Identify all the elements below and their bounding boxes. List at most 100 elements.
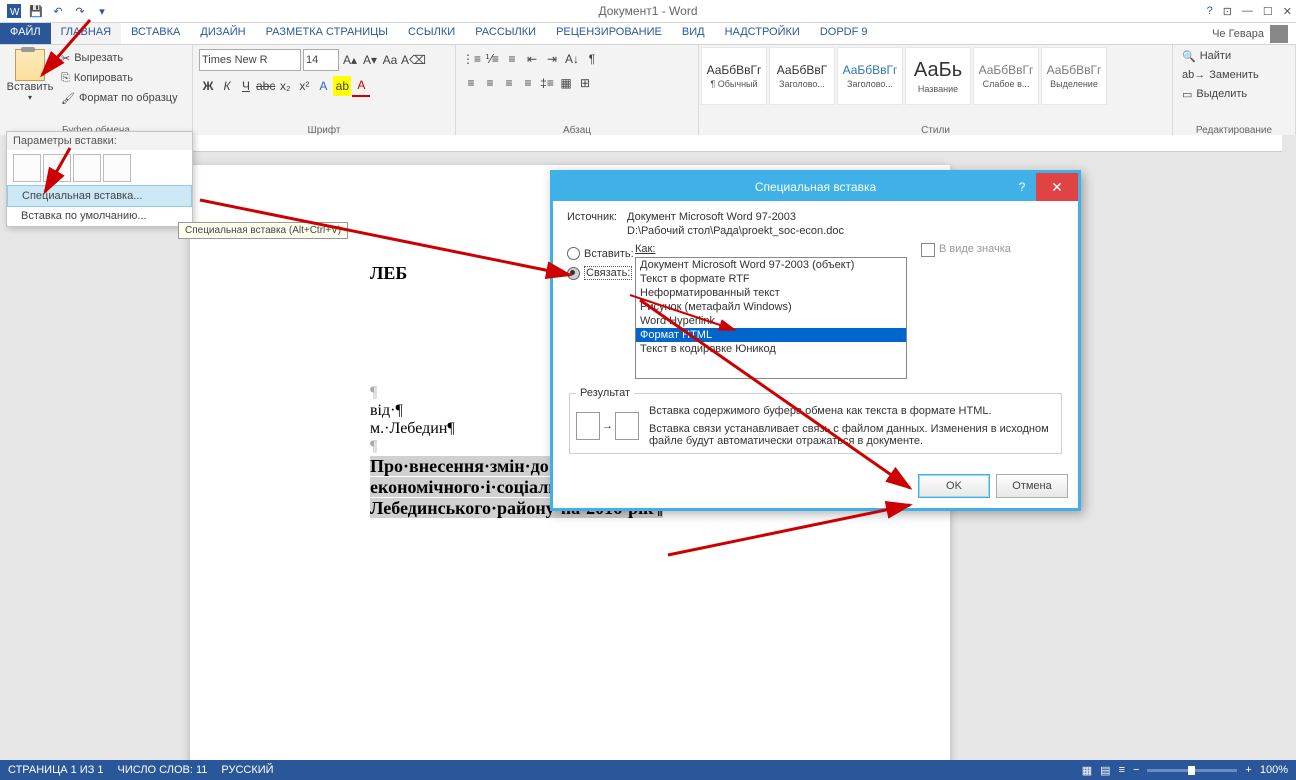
paste-opt-text[interactable]: [103, 154, 131, 182]
redo-icon[interactable]: ↷: [70, 2, 90, 20]
ok-button[interactable]: OK: [918, 474, 990, 498]
zoom-out-icon[interactable]: −: [1133, 764, 1139, 776]
align-left-icon[interactable]: ≡: [462, 73, 480, 93]
grow-font-icon[interactable]: A▴: [341, 50, 359, 70]
paste-opt-picture[interactable]: [73, 154, 101, 182]
align-center-icon[interactable]: ≡: [481, 73, 499, 93]
close-icon[interactable]: ✕: [1283, 5, 1292, 18]
copy-button[interactable]: ⎘Копировать: [58, 69, 181, 87]
text-effects-icon[interactable]: A: [314, 76, 332, 96]
underline-button[interactable]: Ч: [237, 76, 255, 96]
style-1[interactable]: АаБбВвГЗаголово...: [769, 47, 835, 105]
user-name[interactable]: Че Гевара: [1212, 28, 1264, 40]
tab-home[interactable]: ГЛАВНАЯ: [51, 23, 121, 44]
line-spacing-icon[interactable]: ‡≡: [538, 73, 556, 93]
as-icon-checkbox[interactable]: [921, 243, 935, 257]
subscript-button[interactable]: x₂: [276, 76, 294, 96]
list-item[interactable]: Текст в формате RTF: [636, 272, 906, 286]
view-read-icon[interactable]: ▦: [1082, 764, 1092, 777]
superscript-button[interactable]: x²: [295, 76, 313, 96]
help-icon[interactable]: ?: [1207, 5, 1213, 17]
find-button[interactable]: 🔍Найти: [1179, 47, 1289, 65]
font-color-icon[interactable]: A: [352, 75, 370, 97]
minimize-icon[interactable]: —: [1242, 5, 1253, 17]
style-4[interactable]: АаБбВвГгСлабое в...: [973, 47, 1039, 105]
sort-icon[interactable]: A↓: [563, 49, 581, 69]
status-words[interactable]: ЧИСЛО СЛОВ: 11: [118, 764, 208, 776]
tab-addons[interactable]: НАДСТРОЙКИ: [715, 23, 810, 44]
style-2[interactable]: АаБбВвГгЗаголово...: [837, 47, 903, 105]
increase-indent-icon[interactable]: ⇥: [543, 49, 561, 69]
cancel-button[interactable]: Отмена: [996, 474, 1068, 498]
dialog-help-button[interactable]: ?: [1008, 173, 1036, 201]
numbering-icon[interactable]: ⅟≡: [483, 49, 501, 69]
radio-link[interactable]: Связать:: [567, 266, 635, 280]
maximize-icon[interactable]: ☐: [1263, 5, 1273, 18]
view-web-icon[interactable]: ≡: [1119, 764, 1125, 776]
style-3[interactable]: АаБьНазвание: [905, 47, 971, 105]
paste-button[interactable]: Вставить ▾: [6, 47, 54, 121]
tab-review[interactable]: РЕЦЕНЗИРОВАНИЕ: [546, 23, 672, 44]
justify-icon[interactable]: ≡: [519, 73, 537, 93]
save-icon[interactable]: 💾: [26, 2, 46, 20]
tab-design[interactable]: ДИЗАЙН: [190, 23, 255, 44]
ribbon-display-icon[interactable]: ⊡: [1223, 5, 1232, 18]
style-0[interactable]: АаБбВвГг¶ Обычный: [701, 47, 767, 105]
list-item[interactable]: Неформатированный текст: [636, 286, 906, 300]
font-name-combo[interactable]: Times New R: [199, 49, 301, 71]
paste-opt-merge[interactable]: [43, 154, 71, 182]
clear-format-icon[interactable]: A⌫: [401, 50, 426, 70]
format-painter-button[interactable]: 🖌Формат по образцу: [58, 89, 181, 107]
multilevel-icon[interactable]: ≡: [503, 49, 521, 69]
tab-layout[interactable]: РАЗМЕТКА СТРАНИЦЫ: [256, 23, 398, 44]
list-item[interactable]: Word Hyperlink: [636, 314, 906, 328]
tab-dopdf[interactable]: doPDF 9: [810, 23, 878, 44]
paste-label: Вставить: [7, 81, 54, 93]
bullets-icon[interactable]: ⋮≡: [462, 49, 481, 69]
list-item[interactable]: Документ Microsoft Word 97-2003 (объект): [636, 258, 906, 272]
paste-icon: [15, 49, 45, 81]
bold-button[interactable]: Ж: [199, 76, 217, 96]
list-item[interactable]: Текст в кодировке Юникод: [636, 342, 906, 356]
list-item[interactable]: Рисунок (метафайл Windows): [636, 300, 906, 314]
document-title: Документ1 - Word: [598, 4, 697, 18]
format-listbox[interactable]: Документ Microsoft Word 97-2003 (объект)…: [635, 257, 907, 379]
strike-button[interactable]: abc: [256, 76, 275, 96]
cut-button[interactable]: ✂Вырезать: [58, 49, 181, 67]
tab-view[interactable]: ВИД: [672, 23, 715, 44]
italic-button[interactable]: К: [218, 76, 236, 96]
style-5[interactable]: АаБбВвГгВыделение: [1041, 47, 1107, 105]
shading-icon[interactable]: ▦: [557, 73, 575, 93]
tab-file[interactable]: ФАЙЛ: [0, 23, 51, 44]
radio-insert[interactable]: Вставить:: [567, 247, 635, 260]
tab-insert[interactable]: ВСТАВКА: [121, 23, 190, 44]
select-button[interactable]: ▭Выделить: [1179, 85, 1289, 103]
svg-text:W: W: [10, 7, 20, 18]
list-item[interactable]: Формат HTML: [636, 328, 906, 342]
avatar[interactable]: [1270, 25, 1288, 43]
zoom-in-icon[interactable]: +: [1245, 764, 1251, 776]
zoom-slider[interactable]: [1147, 769, 1237, 772]
decrease-indent-icon[interactable]: ⇤: [523, 49, 541, 69]
tab-mailings[interactable]: РАССЫЛКИ: [465, 23, 546, 44]
qat-more-icon[interactable]: ▾: [92, 2, 112, 20]
dialog-close-button[interactable]: ✕: [1036, 173, 1078, 201]
change-case-icon[interactable]: Aa: [381, 50, 399, 70]
horizontal-ruler[interactable]: [190, 135, 1282, 152]
font-size-combo[interactable]: 14: [303, 49, 339, 71]
highlight-icon[interactable]: ab: [333, 76, 351, 96]
tab-references[interactable]: ССЫЛКИ: [398, 23, 465, 44]
align-right-icon[interactable]: ≡: [500, 73, 518, 93]
show-marks-icon[interactable]: ¶: [583, 49, 601, 69]
paste-default-item[interactable]: Вставка по умолчанию...: [7, 206, 192, 226]
replace-button[interactable]: ab→Заменить: [1179, 66, 1289, 84]
paste-opt-keep-source[interactable]: [13, 154, 41, 182]
borders-icon[interactable]: ⊞: [576, 73, 594, 93]
view-print-icon[interactable]: ▤: [1100, 764, 1110, 777]
status-page[interactable]: СТРАНИЦА 1 ИЗ 1: [8, 764, 104, 776]
shrink-font-icon[interactable]: A▾: [361, 50, 379, 70]
status-language[interactable]: РУССКИЙ: [221, 764, 273, 776]
paste-special-item[interactable]: Специальная вставка...: [7, 185, 192, 207]
zoom-level[interactable]: 100%: [1260, 764, 1288, 776]
undo-icon[interactable]: ↶: [48, 2, 68, 20]
